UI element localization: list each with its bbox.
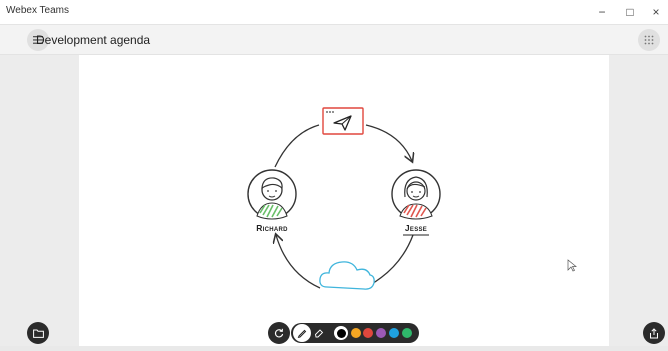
close-button[interactable]: × [645, 2, 667, 22]
folder-icon [32, 329, 44, 338]
whiteboard-canvas[interactable]: Richard Jesse [79, 55, 609, 346]
color-swatch-orange[interactable] [351, 328, 361, 338]
cloud-icon [319, 261, 375, 290]
drawing-toolbar [291, 323, 419, 343]
maximize-button[interactable]: □ [619, 2, 641, 22]
color-swatch-red[interactable] [363, 328, 373, 338]
mouse-cursor-icon [567, 259, 577, 272]
share-icon [650, 327, 658, 338]
app-title: Webex Teams [6, 5, 69, 16]
undo-button[interactable] [268, 322, 290, 344]
minimize-button[interactable]: − [591, 2, 613, 22]
left-rail [0, 55, 79, 346]
page-title: Development agenda [36, 33, 151, 47]
color-swatch-blue[interactable] [389, 328, 399, 338]
pen-icon [297, 329, 307, 338]
color-swatch-selected[interactable] [334, 326, 348, 340]
color-swatch-purple[interactable] [376, 328, 386, 338]
share-button[interactable] [643, 322, 665, 344]
whiteboard-drawing: Richard Jesse [247, 107, 577, 290]
arrow-bottom-right [369, 234, 414, 286]
undo-icon [274, 328, 284, 338]
richard-name-label: Richard [256, 223, 288, 233]
grid-dots-icon [644, 35, 654, 45]
richard-avatar [247, 169, 297, 220]
jesse-avatar [391, 169, 441, 220]
whiteboard-header: Development agenda [0, 25, 668, 55]
message-box [322, 107, 364, 135]
right-rail [609, 55, 668, 346]
color-swatch-green[interactable] [402, 328, 412, 338]
arrow-bottom-left [276, 235, 321, 289]
eraser-tool-button[interactable] [312, 326, 326, 340]
arrow-top-right [365, 124, 412, 161]
eraser-icon [315, 329, 324, 338]
pen-tool-button[interactable] [293, 324, 311, 342]
apps-button[interactable] [638, 29, 660, 51]
arrow-top-left [274, 124, 320, 168]
jesse-name-label: Jesse [405, 223, 427, 233]
files-button[interactable] [27, 322, 49, 344]
window-titlebar: Webex Teams − □ × [0, 0, 668, 25]
